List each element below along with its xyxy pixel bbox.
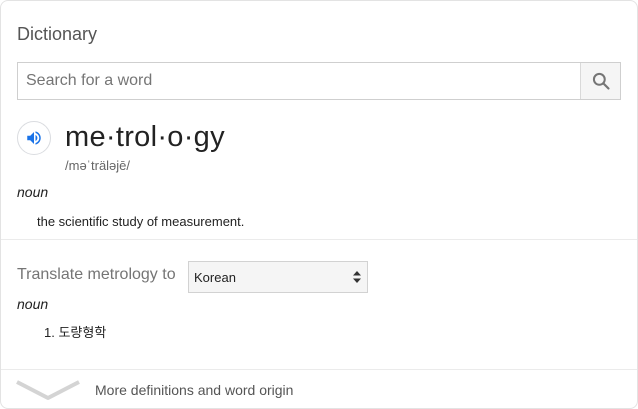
language-select-value: Korean: [194, 269, 236, 285]
headword: me·trol·o·gy: [65, 121, 225, 153]
search-button[interactable]: [580, 63, 620, 99]
part-of-speech: noun: [17, 184, 49, 200]
pronunciation-audio-button[interactable]: [17, 121, 51, 155]
more-definitions-label: More definitions and word origin: [95, 382, 294, 398]
pronunciation: /məˈträləjē/: [65, 158, 131, 173]
search-icon: [592, 72, 610, 90]
language-select[interactable]: Korean: [188, 261, 368, 293]
card-title: Dictionary: [17, 24, 98, 44]
translation-item: 1. 도량형학: [44, 325, 107, 340]
divider: [1, 369, 637, 370]
more-definitions-toggle[interactable]: More definitions and word origin: [1, 371, 637, 408]
chevron-down-icon: [16, 380, 80, 400]
translate-label: Translate metrology to: [17, 266, 176, 283]
search-input[interactable]: [18, 63, 580, 99]
divider: [1, 239, 637, 240]
translation-part-of-speech: noun: [17, 296, 49, 312]
definition: the scientific study of measurement.: [37, 214, 245, 229]
dictionary-card: Dictionary me·trol·o·gy /məˈträləjē/ nou…: [0, 0, 638, 409]
speaker-icon: [27, 131, 41, 145]
select-arrows-icon: [353, 271, 361, 283]
search-box: [17, 62, 621, 100]
